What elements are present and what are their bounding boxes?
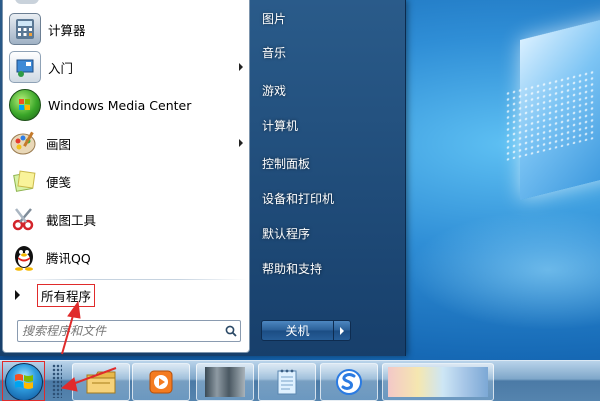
search-box[interactable] xyxy=(17,320,241,342)
search-icon[interactable] xyxy=(222,322,240,340)
right-item-control-panel[interactable]: 控制面板 xyxy=(262,152,396,174)
taskbar-notepad[interactable] xyxy=(258,363,316,401)
search-input[interactable] xyxy=(18,324,222,338)
program-item-paint[interactable]: 画图 xyxy=(7,125,245,161)
start-menu-programs-pane: 计算器 入门 Windows Media Center 画图 便笺 截图工具 腾… xyxy=(2,0,250,353)
expand-arrow-icon xyxy=(15,290,20,300)
right-item-help-and-support[interactable]: 帮助和支持 xyxy=(262,257,396,279)
snipping-tool-icon xyxy=(9,204,39,234)
program-item-getting-started[interactable]: 入门 xyxy=(7,49,245,85)
qq-penguin-icon xyxy=(9,242,39,272)
taskbar-grip[interactable] xyxy=(52,364,62,398)
right-item-games[interactable]: 游戏 xyxy=(262,79,396,101)
wallpaper-glow xyxy=(408,210,600,330)
right-item-music[interactable]: 音乐 xyxy=(262,41,396,63)
program-label: 画图 xyxy=(46,136,72,152)
shutdown-button[interactable]: 关机 xyxy=(261,320,334,341)
program-label: 计算器 xyxy=(48,22,86,38)
getting-started-icon xyxy=(9,51,41,83)
program-item-calculator[interactable]: 计算器 xyxy=(7,11,245,47)
right-item-computer[interactable]: 计算机 xyxy=(262,114,396,136)
calculator-icon xyxy=(9,13,41,45)
paint-icon xyxy=(9,128,39,158)
right-item-devices-and-printers[interactable]: 设备和打印机 xyxy=(262,187,396,209)
taskbar-blurred-app-2[interactable] xyxy=(382,363,494,401)
blurred-app-icon xyxy=(388,367,488,397)
program-label: Windows Media Center xyxy=(48,97,192,113)
program-label: 截图工具 xyxy=(46,212,97,228)
submenu-arrow-icon[interactable] xyxy=(239,63,243,71)
sticky-notes-icon xyxy=(9,166,39,196)
taskbar-sogou[interactable] xyxy=(320,363,378,401)
program-item-windows-media-center[interactable]: Windows Media Center xyxy=(7,87,245,123)
all-programs-label: 所有程序 xyxy=(37,283,96,307)
chevron-right-icon xyxy=(340,326,344,335)
programs-separator xyxy=(15,279,247,280)
program-item-sticky-notes[interactable]: 便笺 xyxy=(7,163,245,199)
media-center-icon xyxy=(9,89,41,121)
media-player-icon xyxy=(149,370,173,394)
windows-explorer-icon xyxy=(86,371,116,394)
blurred-app-icon xyxy=(205,367,245,397)
right-item-pictures[interactable]: 图片 xyxy=(262,7,396,29)
start-menu: 计算器 入门 Windows Media Center 画图 便笺 截图工具 腾… xyxy=(0,0,406,356)
taskbar-blurred-app-1[interactable] xyxy=(196,363,254,401)
start-button-highlight-box xyxy=(2,361,45,401)
program-item-tencent-qq[interactable]: 腾讯QQ xyxy=(7,239,245,275)
program-label: 腾讯QQ xyxy=(46,250,91,266)
taskbar-windows-explorer[interactable] xyxy=(72,363,130,401)
program-label: 入门 xyxy=(48,60,74,76)
shutdown-options-button[interactable] xyxy=(334,320,351,341)
shutdown-control: 关机 xyxy=(261,320,351,341)
submenu-arrow-icon[interactable] xyxy=(239,139,243,147)
taskbar-media-player[interactable] xyxy=(132,363,190,401)
all-programs-button[interactable]: 所有程序 xyxy=(11,283,247,307)
sogou-icon xyxy=(336,369,362,395)
program-item-snipping-tool[interactable]: 截图工具 xyxy=(7,201,245,237)
right-item-default-programs[interactable]: 默认程序 xyxy=(262,222,396,244)
cropped-program-icon xyxy=(15,0,39,4)
program-label: 便笺 xyxy=(46,174,72,190)
notepad-icon xyxy=(277,369,297,395)
